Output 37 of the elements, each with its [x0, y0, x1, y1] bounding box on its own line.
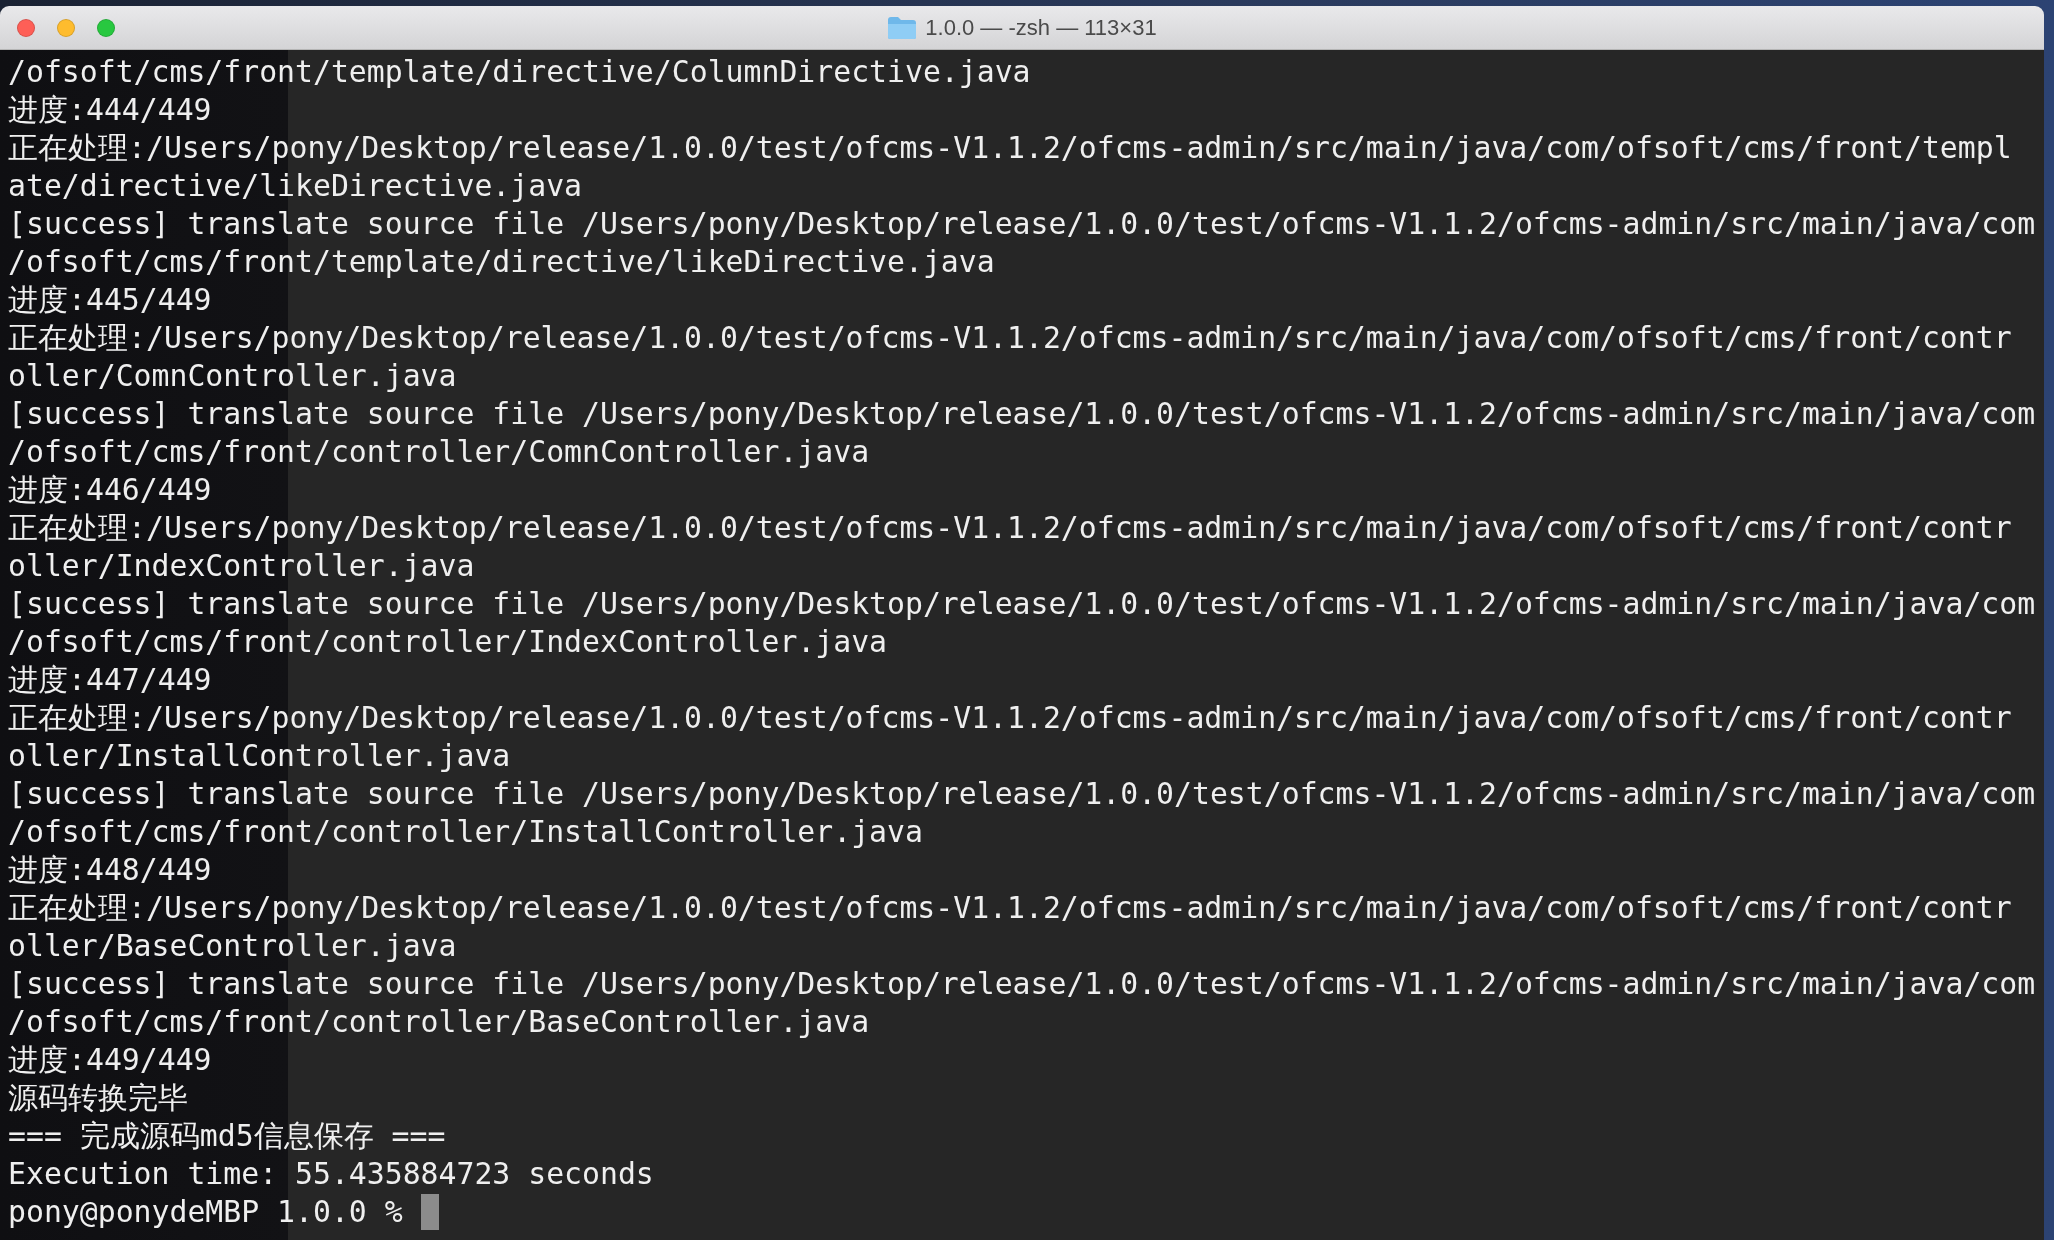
folder-icon [887, 15, 918, 40]
terminal-line: === 完成源码md5信息保存 === [8, 1117, 446, 1155]
terminal-line: /ofsoft/cms/front/template/directive/likeDirective.java [8, 243, 995, 281]
terminal-line: /ofsoft/cms/front/controller/BaseController.java [8, 1003, 870, 1041]
terminal-line: 进度:448/449 [8, 851, 212, 889]
terminal-line: [success] translate source file /Users/pony/Desktop/release/1.0.0/test/ofcms-V1.1.2/ofcms-admin/src/main/java/com [8, 585, 2036, 623]
terminal-line: oller/ComnController.java [8, 357, 457, 395]
terminal-line: 正在处理:/Users/pony/Desktop/release/1.0.0/test/ofcms-V1.1.2/ofcms-admin/src/main/java/com/ofsoft/cms/front/templ [8, 129, 2012, 167]
terminal-line: [success] translate source file /Users/pony/Desktop/release/1.0.0/test/ofcms-V1.1.2/ofcms-admin/src/main/java/com [8, 775, 2036, 813]
terminal-line: 源码转换完毕 [8, 1079, 188, 1117]
terminal-line: /ofsoft/cms/front/controller/ComnController.java [8, 433, 870, 471]
shell-prompt: pony@ponydeMBP 1.0.0 % [8, 1193, 403, 1231]
terminal-line: 正在处理:/Users/pony/Desktop/release/1.0.0/test/ofcms-V1.1.2/ofcms-admin/src/main/java/com/ofsoft/cms/front/contr [8, 699, 2012, 737]
terminal-line: oller/IndexController.java [8, 547, 475, 585]
terminal-line: oller/BaseController.java [8, 927, 457, 965]
terminal-line: 正在处理:/Users/pony/Desktop/release/1.0.0/test/ofcms-V1.1.2/ofcms-admin/src/main/java/com/ofsoft/cms/front/contr [8, 509, 2012, 547]
terminal-line: Execution time: 55.435884723 seconds [8, 1155, 654, 1193]
terminal-line: 正在处理:/Users/pony/Desktop/release/1.0.0/test/ofcms-V1.1.2/ofcms-admin/src/main/java/com/ofsoft/cms/front/contr [8, 319, 2012, 357]
terminal-line: 进度:447/449 [8, 661, 212, 699]
terminal-line: 正在处理:/Users/pony/Desktop/release/1.0.0/test/ofcms-V1.1.2/ofcms-admin/src/main/java/com/ofsoft/cms/front/contr [8, 889, 2012, 927]
terminal-line: [success] translate source file /Users/pony/Desktop/release/1.0.0/test/ofcms-V1.1.2/ofcms-admin/src/main/java/com [8, 205, 2036, 243]
terminal-line: [success] translate source file /Users/pony/Desktop/release/1.0.0/test/ofcms-V1.1.2/ofcms-admin/src/main/java/com [8, 395, 2036, 433]
window-title: 1.0.0 — -zsh — 113×31 [925, 14, 1157, 41]
terminal-line: 进度:446/449 [8, 471, 212, 509]
cursor-icon [420, 1194, 439, 1230]
terminal-line: [success] translate source file /Users/pony/Desktop/release/1.0.0/test/ofcms-V1.1.2/ofcms-admin/src/main/java/com [8, 965, 2036, 1003]
terminal-line: 进度:445/449 [8, 281, 212, 319]
terminal-line: 进度:444/449 [8, 91, 212, 129]
minimize-button[interactable] [57, 18, 75, 37]
terminal-line: 进度:449/449 [8, 1041, 212, 1079]
terminal-line: /ofsoft/cms/front/template/directive/ColumnDirective.java [8, 53, 1031, 91]
zoom-button[interactable] [97, 18, 115, 37]
close-button[interactable] [17, 18, 35, 37]
terminal-line: /ofsoft/cms/front/controller/InstallController.java [8, 813, 923, 851]
terminal-line: /ofsoft/cms/front/controller/IndexController.java [8, 623, 888, 661]
terminal-line: ate/directive/likeDirective.java [8, 167, 583, 205]
terminal-line: oller/InstallController.java [8, 737, 511, 775]
